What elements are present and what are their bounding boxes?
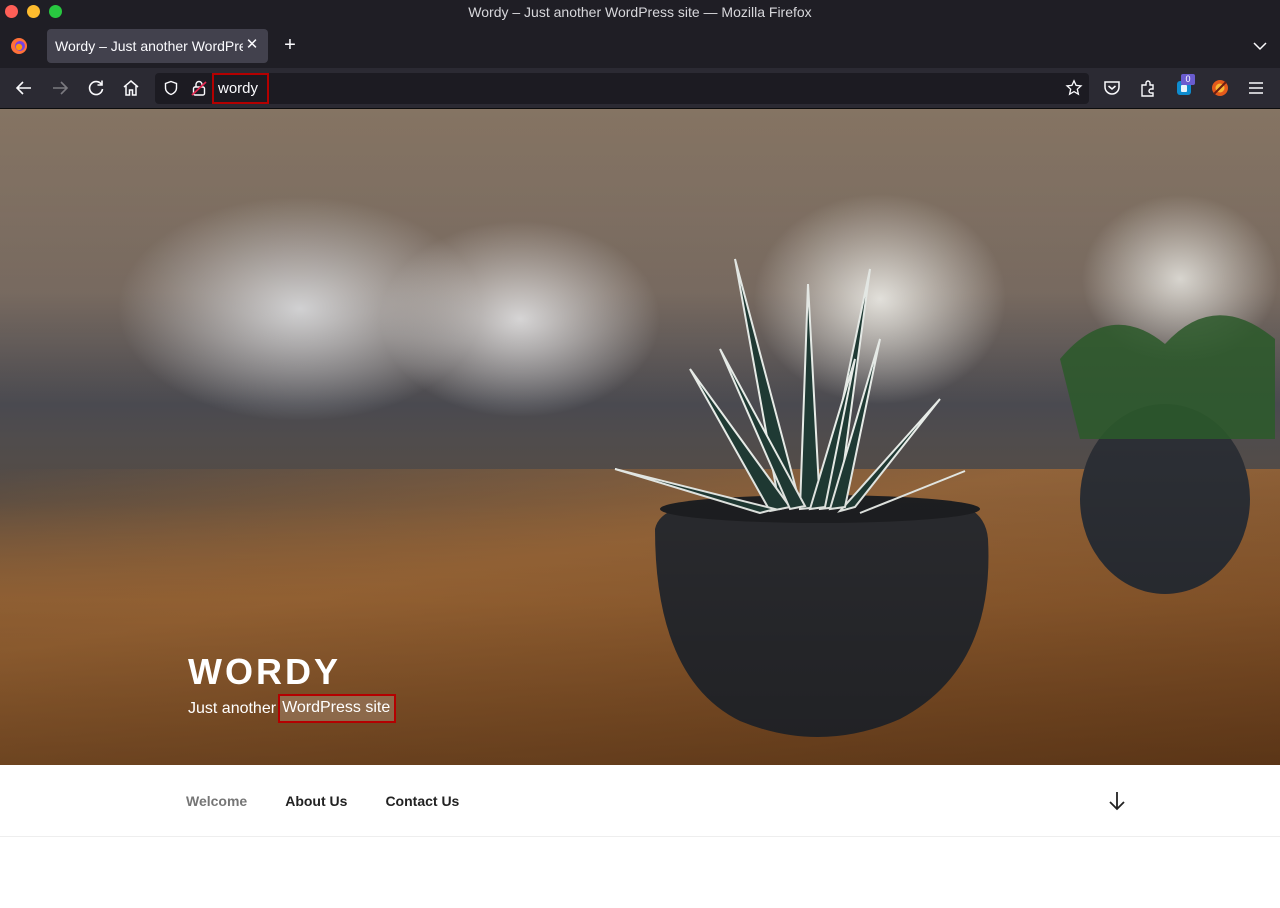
back-button[interactable] <box>14 78 34 98</box>
navigation-toolbar: wordy 0 <box>0 68 1280 109</box>
reload-button[interactable] <box>86 78 106 98</box>
window-controls <box>5 5 62 18</box>
new-tab-button[interactable]: + <box>280 35 300 55</box>
window-title: Wordy – Just another WordPress site — Mo… <box>468 4 812 20</box>
pocket-icon[interactable] <box>1102 78 1122 98</box>
tracking-protection-shield-icon[interactable] <box>163 80 179 96</box>
site-navigation: Welcome About Us Contact Us <box>0 765 1280 837</box>
tab-title: Wordy – Just another WordPress site <box>55 38 243 54</box>
home-button[interactable] <box>121 78 141 98</box>
tab-strip: Wordy – Just another WordPress site ✕ + <box>0 24 1280 68</box>
extensions-puzzle-icon[interactable] <box>1138 78 1158 98</box>
site-description-prefix: Just another <box>188 699 277 717</box>
hamburger-menu-icon[interactable] <box>1246 78 1266 98</box>
close-tab-icon[interactable]: ✕ <box>244 37 260 53</box>
menu-item-welcome[interactable]: Welcome <box>186 793 247 809</box>
site-description: Just another WordPress site <box>188 694 397 723</box>
insecure-lock-icon[interactable] <box>191 79 207 97</box>
maximize-window-button[interactable] <box>49 5 62 18</box>
minimize-window-button[interactable] <box>27 5 40 18</box>
extension-badge: 0 <box>1181 74 1195 85</box>
bookmark-star-icon[interactable] <box>1065 79 1083 97</box>
site-title[interactable]: Wordy <box>188 651 341 693</box>
primary-menu: Welcome About Us Contact Us <box>186 765 459 837</box>
url-input[interactable]: wordy <box>212 73 269 104</box>
chevron-down-icon[interactable] <box>1252 38 1268 54</box>
menu-item-contact-us[interactable]: Contact Us <box>385 793 459 809</box>
window-titlebar: Wordy – Just another WordPress site — Mo… <box>0 0 1280 24</box>
hero-header-image: Wordy Just another WordPress site <box>0 109 1280 765</box>
tab-active[interactable]: Wordy – Just another WordPress site ✕ <box>47 29 268 63</box>
url-bar[interactable]: wordy <box>155 73 1089 104</box>
close-window-button[interactable] <box>5 5 18 18</box>
foxyproxy-icon[interactable] <box>1210 78 1230 98</box>
forward-button[interactable] <box>50 78 70 98</box>
site-description-highlight: WordPress site <box>278 694 397 723</box>
menu-item-about-us[interactable]: About Us <box>285 793 347 809</box>
firefox-icon[interactable] <box>10 37 28 55</box>
arrow-down-icon[interactable] <box>1107 790 1127 812</box>
